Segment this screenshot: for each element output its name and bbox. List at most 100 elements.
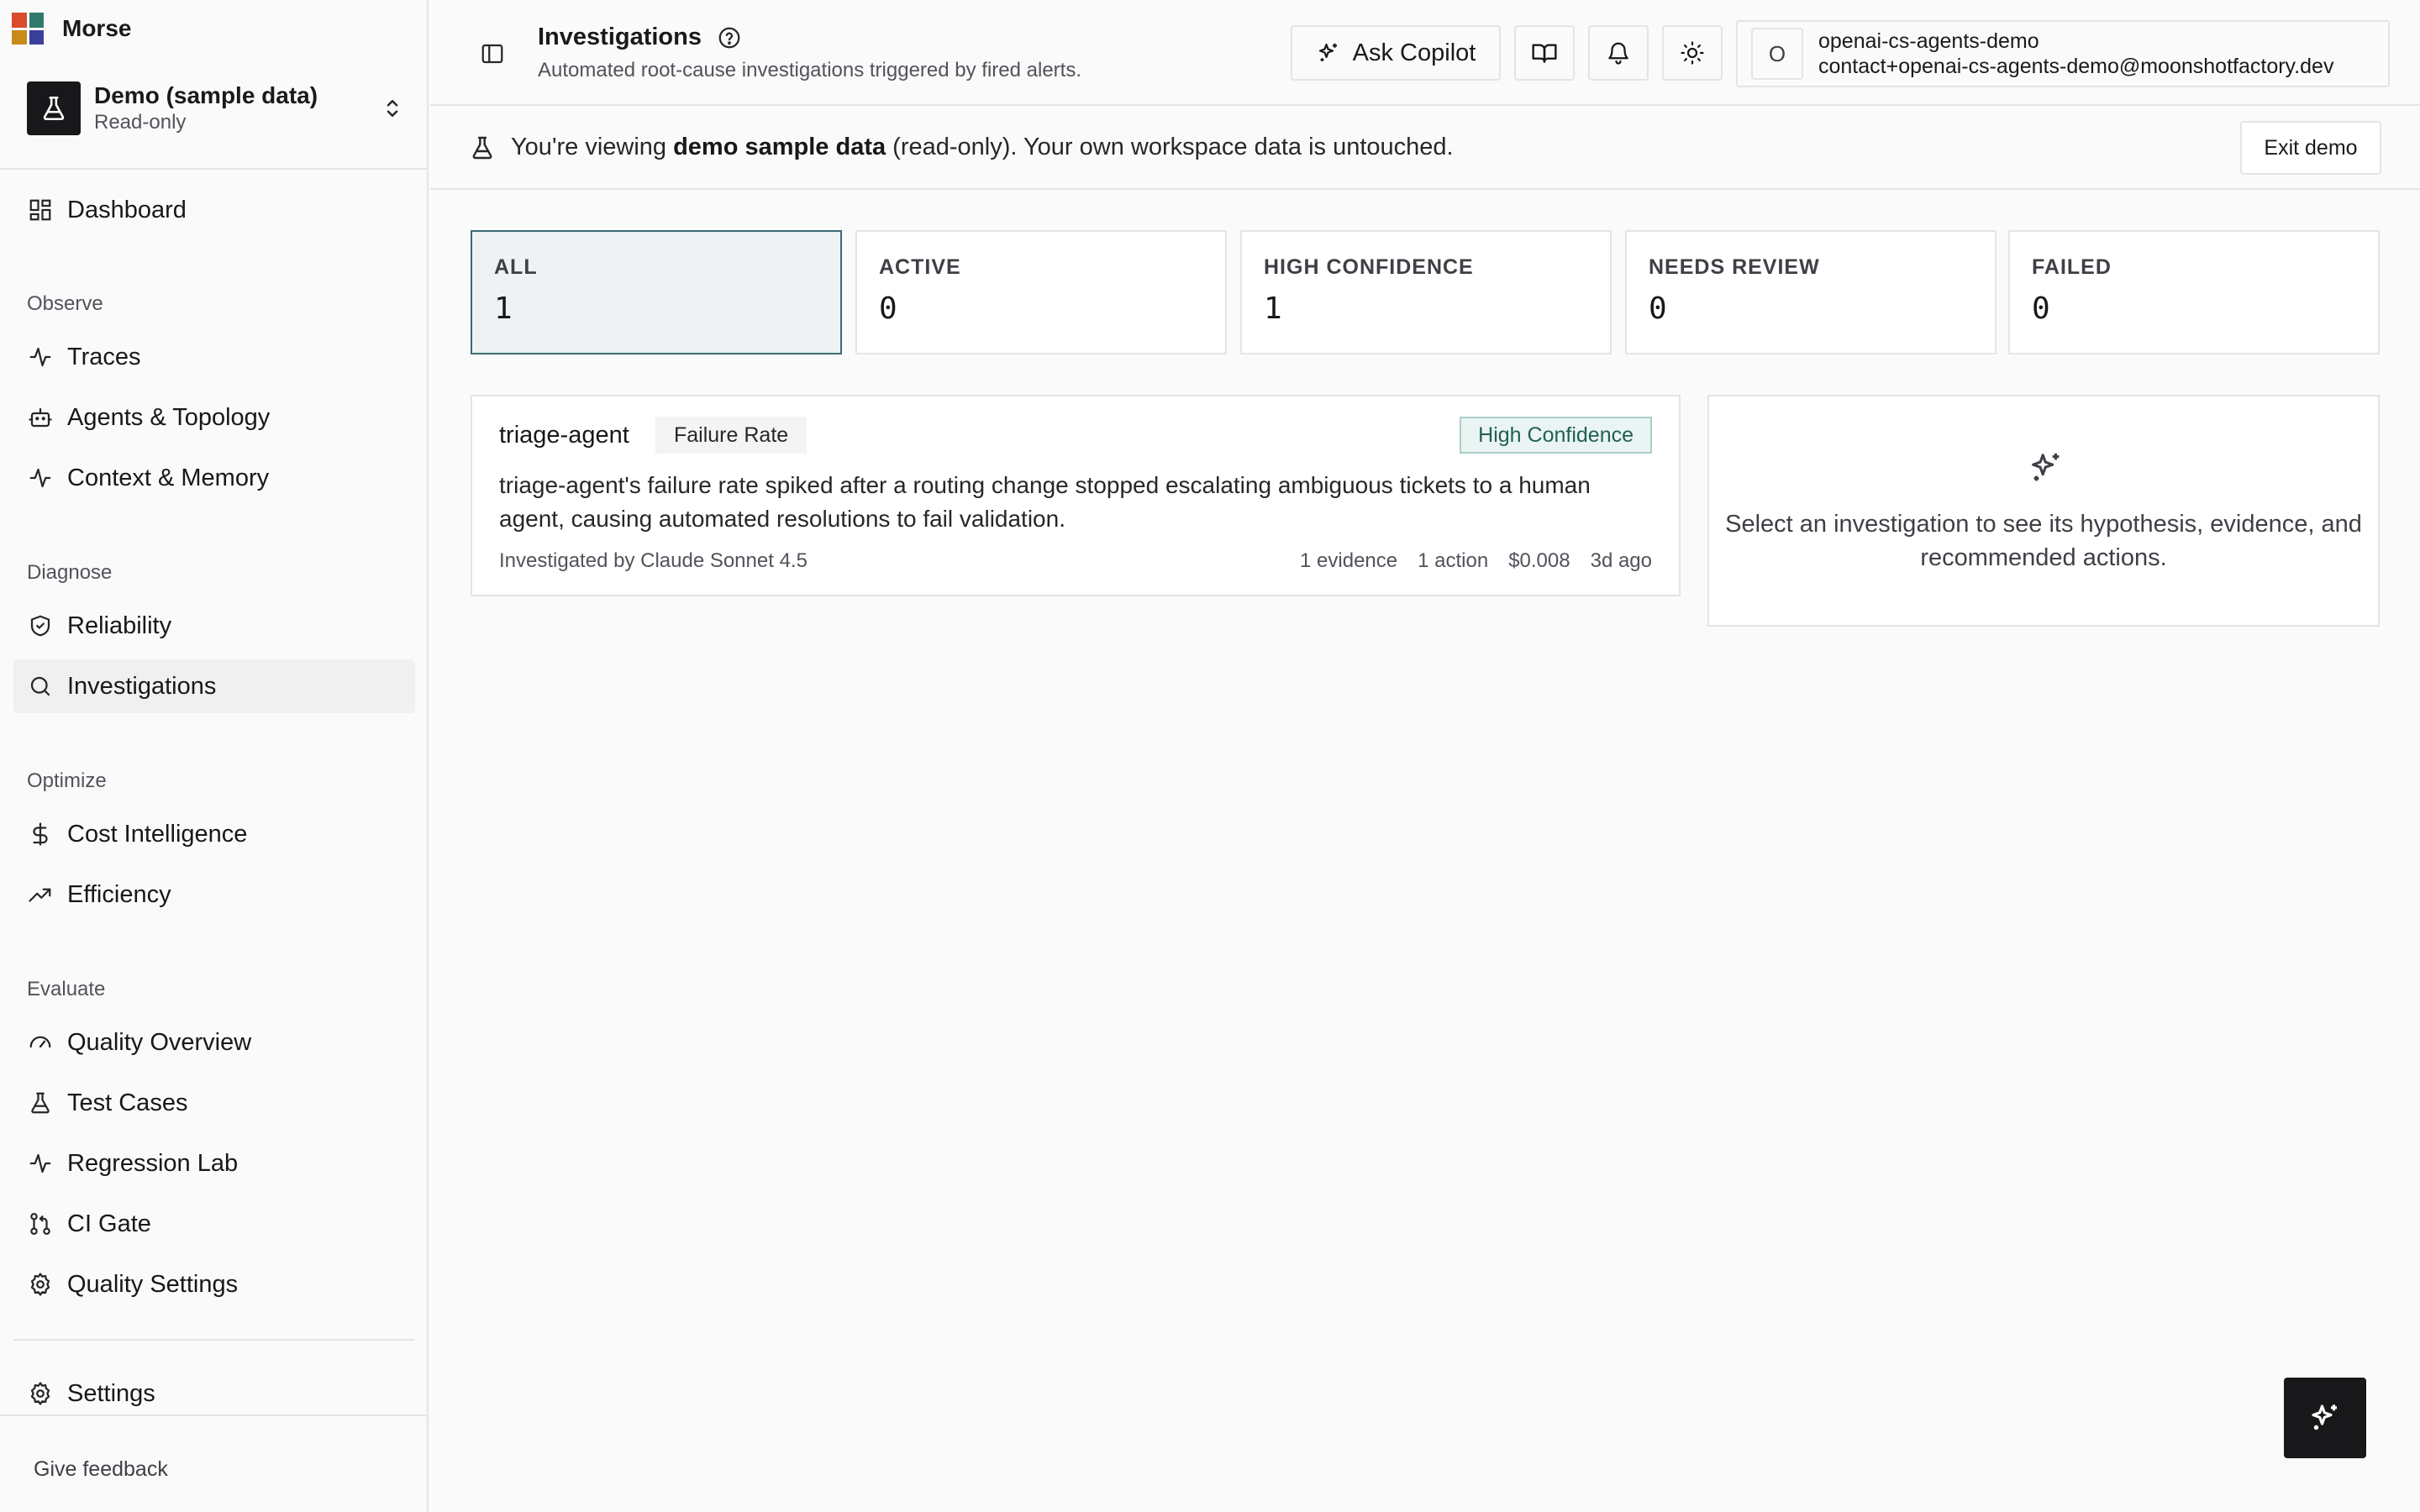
investigated-by: Investigated by Claude Sonnet 4.5 xyxy=(499,549,808,572)
workspace-mode: Read-only xyxy=(94,111,187,134)
sidebar-item-label: Traces xyxy=(67,343,141,370)
trending-up-icon xyxy=(27,881,54,908)
sidebar-item-test-cases[interactable]: Test Cases xyxy=(13,1076,415,1130)
sidebar-item-label: Regression Lab xyxy=(67,1149,239,1177)
demo-banner-text: You're viewing demo sample data (read-on… xyxy=(511,134,1454,160)
sidebar-divider xyxy=(0,168,429,170)
give-feedback-link[interactable]: Give feedback xyxy=(34,1457,168,1482)
dashboard-icon xyxy=(27,197,54,223)
account-name: openai-cs-agents-demo xyxy=(1818,29,2039,53)
sidebar-item-label: Reliability xyxy=(67,612,172,639)
panel-left-icon xyxy=(481,44,503,64)
sidebar-item-label: Cost Intelligence xyxy=(67,820,248,848)
docs-button[interactable] xyxy=(1514,25,1575,81)
sidebar-item-label: Efficiency xyxy=(67,880,171,908)
sidebar-item-cost[interactable]: Cost Intelligence xyxy=(13,807,415,861)
sidebar-item-regression-lab[interactable]: Regression Lab xyxy=(13,1137,415,1190)
account-menu[interactable]: O openai-cs-agents-demo contact+openai-c… xyxy=(1736,20,2390,87)
sidebar-divider xyxy=(13,1339,415,1341)
filter-card-needs-review[interactable]: NEEDS REVIEW 0 xyxy=(1625,230,1996,354)
sidebar-item-label: Settings xyxy=(67,1379,155,1407)
filter-card-count: 0 xyxy=(879,291,897,326)
filter-card-label: ALL xyxy=(494,255,538,279)
gear-icon xyxy=(27,1380,54,1407)
filter-card-label: FAILED xyxy=(2032,255,2112,279)
sidebar-item-label: Quality Settings xyxy=(67,1270,239,1298)
filter-card-label: NEEDS REVIEW xyxy=(1649,255,1820,279)
sidebar-item-label: Test Cases xyxy=(67,1089,188,1116)
filter-card-label: ACTIVE xyxy=(879,255,961,279)
activity-icon xyxy=(27,344,54,370)
detail-placeholder-text: Select an investigation to see its hypot… xyxy=(1725,511,2362,571)
section-observe: Observe xyxy=(27,292,103,315)
demo-banner: You're viewing demo sample data (read-on… xyxy=(430,108,2420,190)
filter-card-count: 0 xyxy=(2032,291,2050,326)
investigation-cost: $0.008 xyxy=(1508,549,1570,572)
gauge-icon xyxy=(27,1029,54,1056)
filter-card-all[interactable]: ALL 1 xyxy=(471,230,842,354)
sidebar-item-quality-settings[interactable]: Quality Settings xyxy=(13,1257,415,1311)
page-title: Investigations xyxy=(538,24,742,51)
sidebar-item-label: Dashboard xyxy=(67,196,187,223)
sidebar-item-context[interactable]: Context & Memory xyxy=(13,451,415,505)
filter-card-count: 1 xyxy=(494,291,513,326)
sidebar-item-label: Quality Overview xyxy=(67,1028,252,1056)
flask-icon xyxy=(27,81,81,135)
workspace-switcher[interactable]: Demo (sample data) Read-only xyxy=(27,81,405,136)
git-pull-request-icon xyxy=(27,1210,54,1237)
filter-card-count: 0 xyxy=(1649,291,1667,326)
filter-card-label: HIGH CONFIDENCE xyxy=(1264,255,1474,279)
sparkles-icon xyxy=(2027,449,2065,487)
sparkles-icon xyxy=(1316,40,1341,66)
flask-icon xyxy=(469,134,496,161)
investigation-detail-panel: Select an investigation to see its hypot… xyxy=(1707,395,2380,627)
bot-icon xyxy=(27,404,54,431)
filter-card-count: 1 xyxy=(1264,291,1282,326)
sidebar-item-quality-overview[interactable]: Quality Overview xyxy=(13,1016,415,1069)
investigation-meta: 1 evidence 1 action $0.008 3d ago xyxy=(1300,549,1652,573)
sidebar: Morse Demo (sample data) Read-only Dashb… xyxy=(0,0,429,1512)
sidebar-item-investigations[interactable]: Investigations xyxy=(13,659,415,713)
filter-card-failed[interactable]: FAILED 0 xyxy=(2008,230,2380,354)
sidebar-toggle-button[interactable] xyxy=(477,39,508,69)
help-circle-icon[interactable] xyxy=(717,25,742,50)
investigation-agent: triage-agent xyxy=(499,422,629,449)
shield-check-icon xyxy=(27,612,54,639)
investigation-card[interactable]: triage-agent Failure Rate High Confidenc… xyxy=(471,395,1681,596)
sidebar-item-settings[interactable]: Settings xyxy=(13,1367,415,1420)
bell-icon xyxy=(1608,42,1628,65)
exit-demo-button[interactable]: Exit demo xyxy=(2240,121,2381,175)
copilot-fab-button[interactable] xyxy=(2284,1378,2366,1458)
sidebar-item-label: Investigations xyxy=(67,672,217,700)
sidebar-item-label: CI Gate xyxy=(67,1210,151,1237)
sidebar-item-traces[interactable]: Traces xyxy=(13,330,415,384)
activity-icon xyxy=(27,1150,54,1177)
sidebar-item-efficiency[interactable]: Efficiency xyxy=(13,868,415,921)
action-count: 1 action xyxy=(1418,549,1489,572)
section-evaluate: Evaluate xyxy=(27,978,106,1000)
filter-card-active[interactable]: ACTIVE 0 xyxy=(855,230,1227,354)
account-email: contact+openai-cs-agents-demo@moonshotfa… xyxy=(1818,55,2334,78)
filter-card-high-confidence[interactable]: HIGH CONFIDENCE 1 xyxy=(1240,230,1612,354)
investigation-type-badge: Failure Rate xyxy=(655,417,808,454)
investigation-age: 3d ago xyxy=(1590,549,1652,572)
dollar-icon xyxy=(27,821,54,848)
gear-icon xyxy=(27,1271,54,1298)
page-subtitle: Automated root-cause investigations trig… xyxy=(538,59,1082,81)
ask-copilot-button[interactable]: Ask Copilot xyxy=(1291,25,1501,81)
book-open-icon xyxy=(1532,44,1557,63)
section-optimize: Optimize xyxy=(27,769,107,792)
sidebar-item-label: Agents & Topology xyxy=(67,403,271,431)
activity-icon xyxy=(27,465,54,491)
brand[interactable]: Morse xyxy=(12,13,131,45)
sidebar-item-dashboard[interactable]: Dashboard xyxy=(13,183,415,237)
chevron-up-down-icon xyxy=(380,92,405,125)
theme-toggle-button[interactable] xyxy=(1662,25,1723,81)
sidebar-item-ci-gate[interactable]: CI Gate xyxy=(13,1197,415,1251)
sidebar-item-reliability[interactable]: Reliability xyxy=(13,599,415,653)
flask-icon xyxy=(27,1089,54,1116)
sidebar-item-label: Context & Memory xyxy=(67,464,270,491)
sidebar-item-agents[interactable]: Agents & Topology xyxy=(13,391,415,444)
sidebar-divider xyxy=(0,1415,429,1416)
notifications-button[interactable] xyxy=(1588,25,1649,81)
